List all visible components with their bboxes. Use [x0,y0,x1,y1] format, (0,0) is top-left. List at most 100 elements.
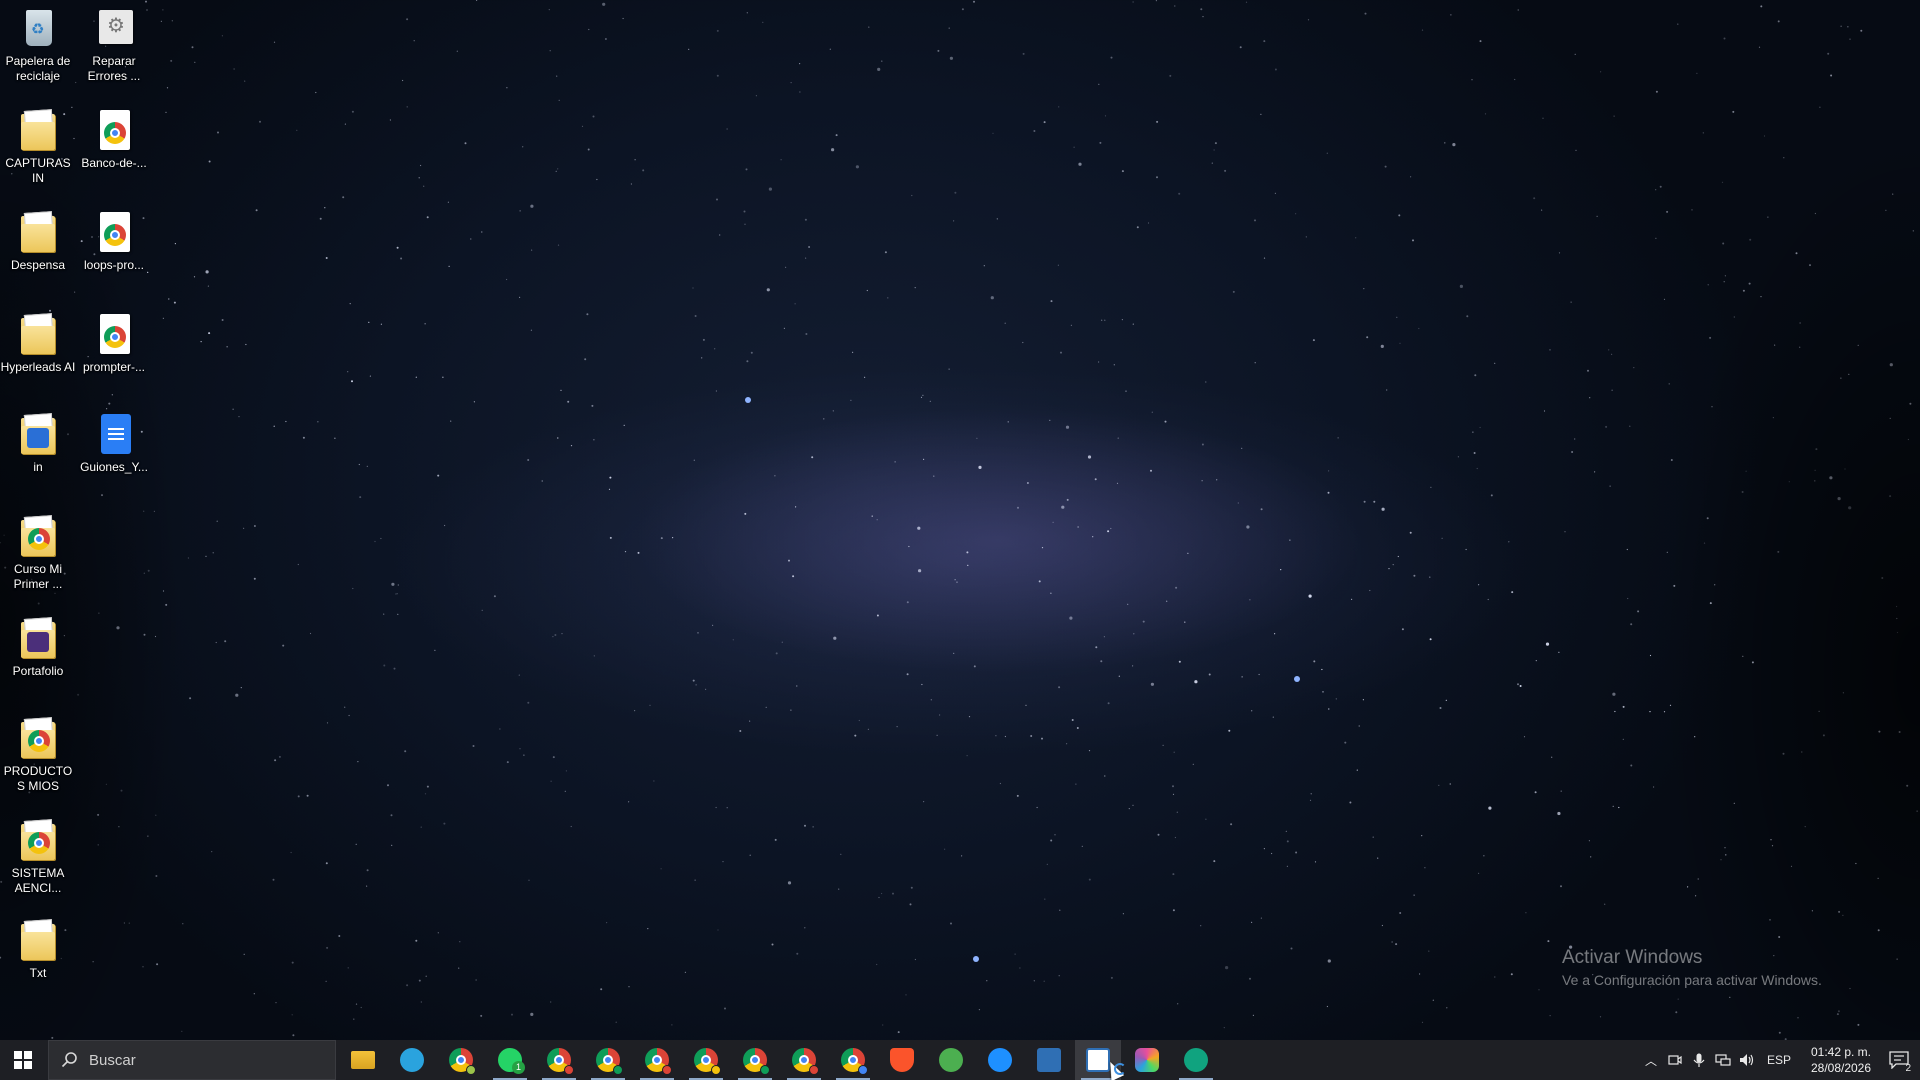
chrome-icon [792,1048,819,1075]
desktop-icon-sistema-aenci[interactable]: SISTEMA AENCI... [0,818,76,896]
clock-time: 01:42 p. m. [1810,1045,1872,1059]
folder-icon [17,108,59,152]
activate-windows-watermark: Activar Windows Ve a Configuración para … [1562,946,1822,990]
desktop-icon-label: Curso Mi Primer ... [13,562,63,591]
desktop-icon-in[interactable]: in [0,412,76,475]
google-docs-icon [93,412,135,456]
folder-icon [17,818,59,862]
desktop-icon-label: Guiones_Y... [80,460,148,474]
chrome-file-icon [93,108,135,152]
desktop-icon-prompter[interactable]: prompter-... [76,312,152,375]
taskbar-app-whatsapp[interactable]: 1 [487,1040,533,1080]
wallpaper-trees-right [1400,0,1920,1040]
desktop-icon-label: Txt [29,966,47,980]
desktop-icon-label: Despensa [10,258,66,272]
desktop-icon-capturas-in[interactable]: CAPTURAS IN [0,108,76,186]
taskbar-app-telegram[interactable] [389,1040,435,1080]
taskbar-app-y-app[interactable] [928,1040,974,1080]
activate-windows-title: Activar Windows [1562,947,1703,968]
chrome-file-icon [93,312,135,356]
action-center-button[interactable]: 2 [1878,1040,1920,1080]
desktop-icon-label: SISTEMA AENCI... [11,866,65,895]
tray-meet-icon[interactable] [1664,1040,1686,1080]
windows-logo-icon [14,1051,32,1069]
search-input[interactable] [89,1051,309,1069]
settings-shortcut-icon [93,6,135,50]
chrome-icon [547,1048,574,1075]
taskbar-app-colorful-app[interactable] [1124,1040,1170,1080]
chrome-icon [596,1048,623,1075]
desktop-icon-portafolio[interactable]: Portafolio [0,616,76,679]
chatgpt-icon [1184,1048,1208,1072]
telegram-icon [400,1048,424,1072]
taskbar-app-chrome[interactable] [536,1040,582,1080]
desktop-icon-reparar-errores[interactable]: Reparar Errores ... [76,6,152,84]
recycle-bin-icon [17,6,59,50]
chrome-icon [694,1048,721,1075]
taskbar-app-file-explorer[interactable] [340,1040,386,1080]
taskbar-app-chrome[interactable] [830,1040,876,1080]
input-language-indicator[interactable]: ESP [1762,1040,1796,1080]
desktop-icon-label: loops-pro... [83,258,145,272]
search-icon [61,1052,77,1068]
taskbar-app-chrome[interactable] [781,1040,827,1080]
unread-badge: 1 [512,1061,525,1074]
taskbar-app-chrome[interactable] [732,1040,778,1080]
y-app-icon [939,1048,963,1072]
taskbar-app-feather-app[interactable] [977,1040,1023,1080]
desktop-icon-label: in [33,460,43,474]
desktop-icon-label: PRODUCTOS MIOS [3,764,73,793]
desktop-icon-label: CAPTURAS IN [5,156,71,185]
notification-count: 2 [1905,1063,1911,1074]
desktop-icon-label: Reparar Errores ... [87,54,141,83]
brave-icon [890,1048,914,1072]
folder-icon [17,312,59,356]
network-icon[interactable] [1712,1040,1734,1080]
clock-date: 28/08/2026 [1810,1061,1872,1075]
chrome-icon [841,1048,868,1075]
desktop-icon-curso-mi-primer[interactable]: Curso Mi Primer ... [0,514,76,592]
calculator-icon [1037,1048,1061,1072]
chrome-icon [645,1048,672,1075]
language-label: ESP [1766,1053,1791,1067]
microphone-icon[interactable] [1688,1040,1710,1080]
chrome-file-icon [93,210,135,254]
desktop-icon-banco-de[interactable]: Banco-de-... [76,108,152,171]
desktop-icon-loops-pro[interactable]: loops-pro... [76,210,152,273]
desktop-icon-label: Banco-de-... [81,156,147,170]
chrome-icon [743,1048,770,1075]
desktop-icon-recycle-bin[interactable]: Papelera de reciclaje [0,6,76,84]
taskbar-app-brave[interactable] [879,1040,925,1080]
show-hidden-icons-button[interactable]: ︿ [1640,1040,1662,1080]
taskbar-app-calculator[interactable] [1026,1040,1072,1080]
taskbar-app-chrome-profile[interactable] [438,1040,484,1080]
taskbar-app-chrome[interactable] [585,1040,631,1080]
taskbar: 1 ︿ ESP 01:42 p. m. 28/08/2026 2 [0,1040,1920,1080]
desktop-icon-hyperleads-ai[interactable]: Hyperleads AI [0,312,76,375]
taskbar-search-box[interactable] [48,1040,336,1080]
desktop-icon-label: prompter-... [82,360,145,374]
folder-icon [17,412,59,456]
taskbar-app-chrome[interactable] [634,1040,680,1080]
folder-icon [17,210,59,254]
desktop-icon-label: Portafolio [12,664,64,678]
chrome-profile-icon [449,1048,476,1075]
desktop-icon-txt[interactable]: Txt [0,918,76,981]
folder-icon [17,616,59,660]
file-explorer-icon [351,1051,375,1069]
start-button[interactable] [0,1040,46,1080]
desktop-icon-guiones[interactable]: Guiones_Y... [76,412,152,475]
taskbar-app-chatgpt[interactable] [1173,1040,1219,1080]
volume-icon[interactable] [1736,1040,1758,1080]
busy-cursor-icon [1114,1063,1126,1075]
clock[interactable]: 01:42 p. m. 28/08/2026 [1798,1040,1884,1080]
chevron-up-icon: ︿ [1644,1053,1657,1068]
desktop-icon-productos-mios[interactable]: PRODUCTOS MIOS [0,716,76,794]
taskbar-app-chrome[interactable] [683,1040,729,1080]
desktop-icon-label: Papelera de reciclaje [5,54,71,83]
activate-windows-subtitle: Ve a Configuración para activar Windows. [1562,972,1822,988]
folder-icon [17,514,59,558]
desktop-icon-despensa[interactable]: Despensa [0,210,76,273]
desktop-icon-label: Hyperleads AI [0,360,76,374]
folder-icon [17,716,59,760]
